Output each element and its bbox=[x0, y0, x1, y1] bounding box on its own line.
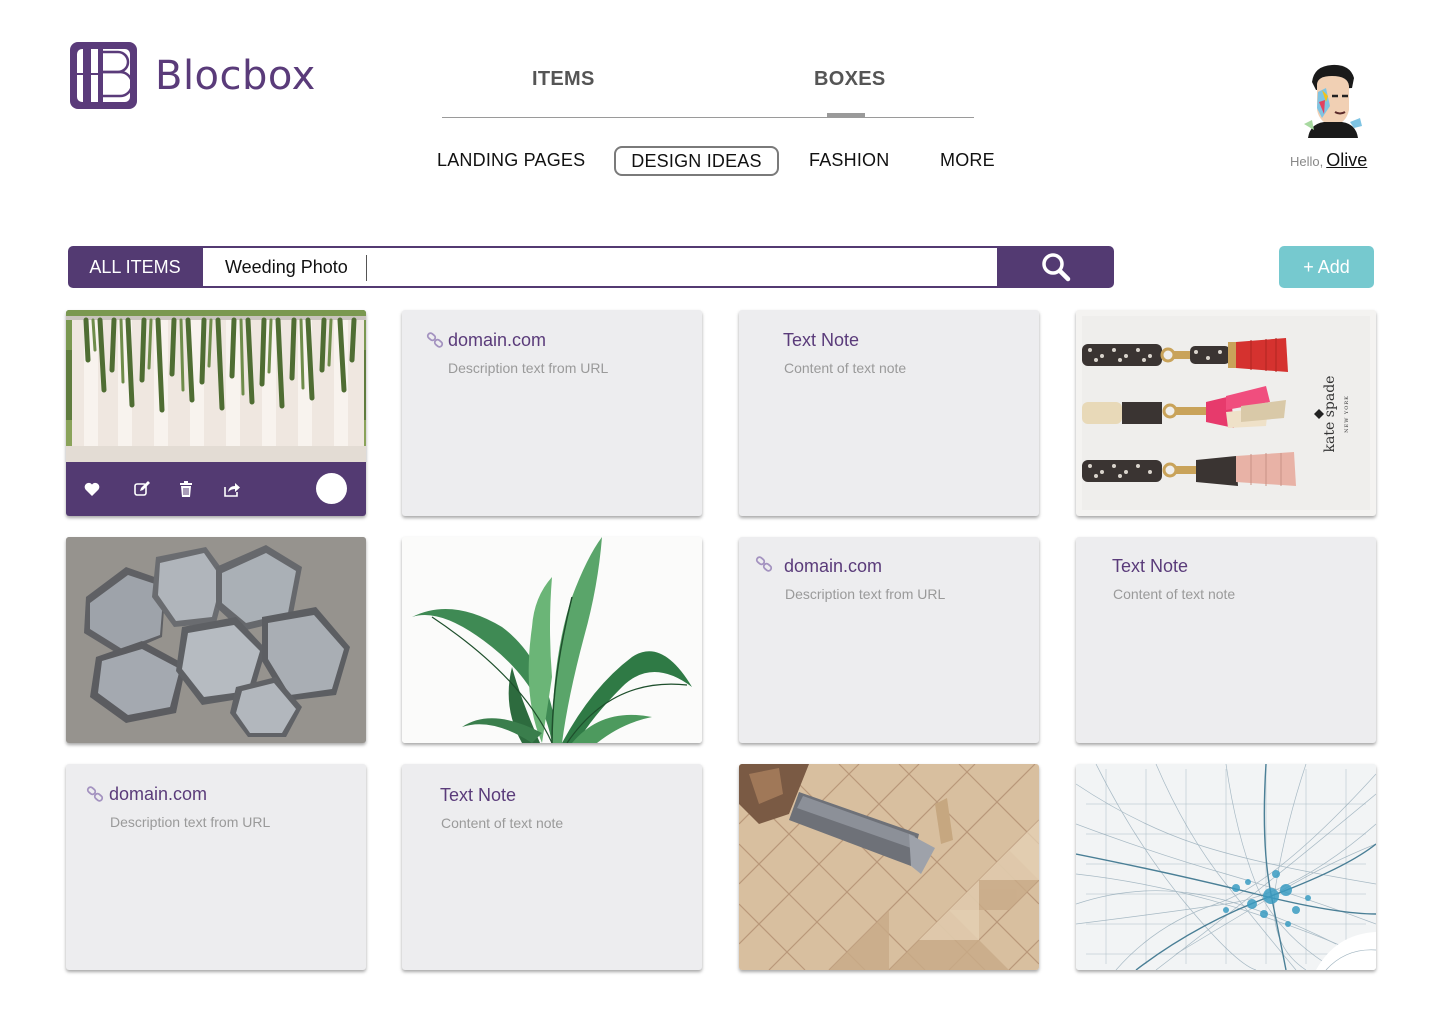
heart-icon[interactable] bbox=[83, 480, 101, 498]
note-card-content: Content of text note bbox=[784, 360, 907, 376]
image-card-map[interactable] bbox=[1076, 764, 1376, 970]
image-card-plant-illustration[interactable] bbox=[402, 537, 702, 743]
edit-icon[interactable] bbox=[133, 480, 151, 498]
text-note-card[interactable]: Text Note Content of text note bbox=[402, 764, 702, 970]
subtab-fashion[interactable]: FASHION bbox=[809, 150, 889, 171]
kate-spade-city-text: NEW YORK bbox=[1344, 395, 1350, 433]
link-card-description: Description text from URL bbox=[785, 586, 946, 602]
subtab-landing-pages[interactable]: LANDING PAGES bbox=[437, 150, 585, 171]
tassel-keychains-image: kate spade NEW YORK bbox=[1082, 316, 1370, 510]
user-avatar[interactable] bbox=[1302, 62, 1364, 138]
link-icon bbox=[86, 786, 104, 802]
plant-illustration-image bbox=[402, 537, 702, 743]
wood-carving-image bbox=[739, 764, 1039, 970]
user-greeting: Hello, Olive bbox=[1290, 150, 1367, 171]
user-name-link[interactable]: Olive bbox=[1326, 150, 1367, 170]
link-card-title: domain.com bbox=[784, 556, 883, 576]
link-card[interactable]: domain.com Description text from URL bbox=[739, 537, 1039, 743]
select-toggle[interactable] bbox=[316, 473, 347, 504]
search-input[interactable] bbox=[203, 248, 997, 286]
app-name: Blocbox bbox=[155, 52, 316, 99]
note-card-title: Text Note bbox=[440, 785, 517, 805]
tab-items[interactable]: ITEMS bbox=[532, 68, 595, 91]
note-card-content: Content of text note bbox=[441, 815, 564, 831]
search-icon bbox=[1042, 253, 1071, 282]
add-button[interactable]: + Add bbox=[1279, 246, 1374, 288]
note-card-content: Content of text note bbox=[1113, 586, 1236, 602]
greeting-text: Hello, bbox=[1290, 154, 1324, 169]
stone-sculpture-image bbox=[66, 537, 366, 743]
link-card-title: domain.com bbox=[109, 784, 208, 804]
primary-nav: ITEMS BOXES bbox=[442, 60, 974, 118]
share-icon[interactable] bbox=[223, 480, 241, 498]
filter-all-items[interactable]: ALL ITEMS bbox=[68, 246, 202, 288]
blocbox-logo-icon bbox=[70, 42, 137, 109]
app-logo[interactable]: Blocbox bbox=[68, 40, 316, 111]
link-card-description: Description text from URL bbox=[448, 360, 609, 376]
note-card-title: Text Note bbox=[1112, 556, 1189, 576]
link-icon bbox=[426, 332, 444, 348]
kate-spade-brand-text: kate spade bbox=[1322, 376, 1338, 453]
text-note-card[interactable]: Text Note Content of text note bbox=[739, 310, 1039, 516]
subtab-design-ideas[interactable]: DESIGN IDEAS bbox=[614, 146, 779, 176]
image-card-stone-sculpture[interactable] bbox=[66, 537, 366, 743]
image-card-kate-spade[interactable]: kate spade NEW YORK bbox=[1076, 310, 1376, 516]
search-button[interactable] bbox=[998, 246, 1114, 288]
image-card-wedding-photo[interactable] bbox=[66, 310, 366, 516]
card-action-bar bbox=[66, 462, 366, 516]
image-card-wood-carving[interactable] bbox=[739, 764, 1039, 970]
note-card-title: Text Note bbox=[783, 330, 860, 350]
search-bar: ALL ITEMS bbox=[68, 246, 1114, 288]
tab-boxes[interactable]: BOXES bbox=[814, 68, 886, 91]
link-card-title: domain.com bbox=[448, 330, 547, 350]
text-note-card[interactable]: Text Note Content of text note bbox=[1076, 537, 1376, 743]
active-tab-indicator bbox=[827, 113, 865, 118]
subtab-more[interactable]: MORE bbox=[940, 150, 995, 171]
trash-icon[interactable] bbox=[177, 480, 195, 498]
link-card-description: Description text from URL bbox=[110, 814, 271, 830]
link-icon bbox=[755, 556, 773, 572]
link-card[interactable]: domain.com Description text from URL bbox=[66, 764, 366, 970]
text-cursor bbox=[366, 255, 367, 281]
city-map-image bbox=[1076, 764, 1376, 970]
link-card[interactable]: domain.com Description text from URL bbox=[402, 310, 702, 516]
